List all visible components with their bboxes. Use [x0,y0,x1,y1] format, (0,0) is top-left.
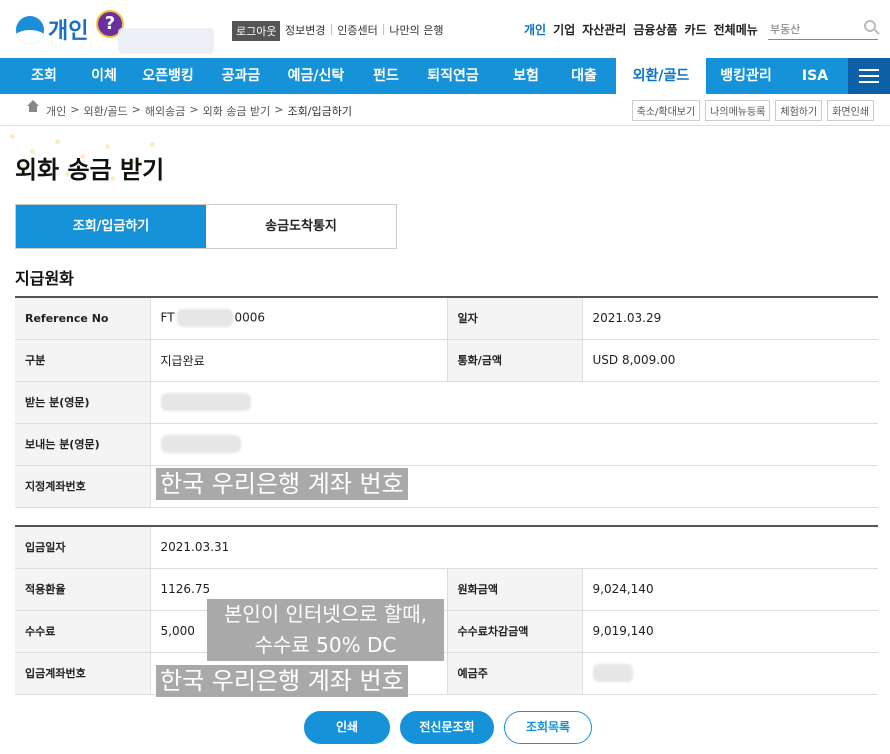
deposit-account-label: 입금계좌번호 [15,652,151,695]
date-value: 2021.03.29 [582,297,878,340]
table-row: 받는 분(영문) [15,381,878,424]
link-all-menu[interactable]: 전체메뉴 [714,21,758,38]
nav-banking-mgmt[interactable]: 뱅킹관리 [706,58,786,94]
table-row: 입금계좌번호 예금주 [15,652,878,695]
crumb-sep: > [189,103,199,116]
page-title: 외화 송금 받기 [15,156,165,184]
table-row: 적용환율 1126.75 원화금액 9,024,140 [15,568,878,611]
rate-label: 적용환율 [15,568,151,611]
account-overlay: 한국 우리은행 계좌 번호 [156,468,408,500]
net-label: 수수료차감금액 [447,610,583,653]
top-header: 개인 ? 로그아웃 정보변경 | 인증센터 | 나만의 은행 개인 기업 자산관리 … [0,0,890,58]
table-row: 보내는 분(영문) [15,423,878,466]
receiver-blurred [160,393,251,411]
logout-button[interactable]: 로그아웃 [232,21,281,41]
ref-prefix: FT [160,310,175,325]
net-value: 9,019,140 [582,610,878,653]
inquiry-list-button[interactable]: 조회목록 [504,711,592,744]
sender-label: 보내는 분(영문) [15,423,151,466]
bank-logo-icon[interactable] [16,16,44,44]
nav-utility[interactable]: 공과금 [216,58,266,94]
link-asset[interactable]: 자산관리 [582,21,626,38]
biz-links: 개인 기업 자산관리 금융상품 카드 전체메뉴 [524,21,758,38]
search-input[interactable] [768,23,856,36]
krw-label: 원화금액 [447,568,583,611]
action-buttons: 인쇄 전신문조회 조회목록 [304,711,592,744]
swift-inquiry-button[interactable]: 전신문조회 [400,711,494,744]
deposit-date-label: 입금일자 [15,526,151,569]
link-my-bank[interactable]: 나만의 은행 [389,22,443,38]
nav-open-banking[interactable]: 오픈뱅킹 [120,58,216,94]
link-personal[interactable]: 개인 [524,21,546,38]
link-products[interactable]: 금융상품 [633,21,677,38]
currency-label: 통화/금액 [447,339,583,382]
nav-inquiry[interactable]: 조회 [0,58,88,94]
table-row: 지정계좌번호 [15,465,878,508]
ref-label: Reference No [15,297,151,340]
table-row: 입금일자 2021.03.31 [15,526,878,569]
tab-bar: 조회/입금하기 송금도착통지 [15,204,397,249]
table-row: Reference No FT 0006 일자 2021.03.29 [15,297,878,340]
table-row: 구분 지급완료 통화/금액 USD 8,009.00 [15,339,878,382]
main-nav: 조회 이체 오픈뱅킹 공과금 예금/신탁 펀드 퇴직연금 보험 대출 외환/골드… [0,58,890,94]
account-label: 지정계좌번호 [15,465,151,508]
nav-fund[interactable]: 펀드 [366,58,406,94]
fee-label: 수수료 [15,610,151,653]
currency-value: USD 8,009.00 [582,339,878,382]
search-icon[interactable] [864,20,876,32]
top-links: 정보변경 | 인증센터 | 나만의 은행 [285,22,444,38]
fee-note-line1: 본인이 인터넷으로 할때, [207,599,444,630]
add-my-menu-button[interactable]: 나의메뉴등록 [705,100,771,121]
separator: | [329,22,334,35]
link-card[interactable]: 카드 [685,21,707,38]
nav-transfer[interactable]: 이체 [88,58,120,94]
print-button[interactable]: 인쇄 [304,711,390,744]
print-screen-button[interactable]: 화면인쇄 [827,100,874,121]
hamburger-menu-icon[interactable] [848,58,890,94]
user-name-blurred [118,28,214,54]
ref-value: FT 0006 [150,297,448,340]
deposit-info-table: 입금일자 2021.03.31 적용환율 1126.75 원화금액 9,024,… [15,525,878,695]
page-tools: 축소/확대보기 나의메뉴등록 체험하기 화면인쇄 [631,100,874,121]
nav-loan[interactable]: 대출 [552,58,616,94]
holder-blurred [592,664,633,682]
nav-deposit[interactable]: 예금/신탁 [266,58,366,94]
krw-value: 9,024,140 [582,568,878,611]
link-corporate[interactable]: 기업 [553,21,575,38]
type-label: 구분 [15,339,151,382]
separator: | [381,22,386,35]
table-row: 수수료 5,000 수수료차감금액 9,019,140 [15,610,878,653]
deposit-date-value: 2021.03.31 [150,526,878,569]
crumb-sep: > [274,103,284,116]
tab-arrival-notice[interactable]: 송금도착통지 [206,205,396,248]
link-profile[interactable]: 정보변경 [285,22,325,38]
sender-blurred [160,435,241,453]
remittance-info-table: Reference No FT 0006 일자 2021.03.29 구분 지급완… [15,296,878,508]
nav-fx-gold[interactable]: 외환/골드 [616,58,706,94]
section-title: 지급원화 [15,269,74,288]
holder-label: 예금주 [447,652,583,695]
nav-pension[interactable]: 퇴직연금 [406,58,500,94]
deposit-account-overlay: 한국 우리은행 계좌 번호 [156,665,408,697]
type-value: 지급완료 [150,339,448,382]
ref-suffix: 0006 [234,310,266,325]
trial-button[interactable]: 체험하기 [775,100,823,121]
link-cert-center[interactable]: 인증센터 [337,22,377,38]
receiver-label: 받는 분(영문) [15,381,151,424]
search-box [768,18,878,40]
logo-text[interactable]: 개인 [48,13,88,45]
nav-isa[interactable]: ISA [786,58,844,94]
holder-value [582,652,878,695]
crumb-receive[interactable]: 외화 송금 받기 [203,103,271,119]
fee-note-line2: 수수료 50% DC [207,630,444,661]
ref-blurred [176,309,233,328]
tab-inquiry-deposit[interactable]: 조회/입금하기 [16,205,206,248]
nav-insurance[interactable]: 보험 [500,58,552,94]
zoom-button[interactable]: 축소/확대보기 [631,100,701,121]
sender-value [150,423,878,466]
receiver-value [150,381,878,424]
crumb-current: 조회/입금하기 [287,105,352,118]
date-label: 일자 [447,297,583,340]
